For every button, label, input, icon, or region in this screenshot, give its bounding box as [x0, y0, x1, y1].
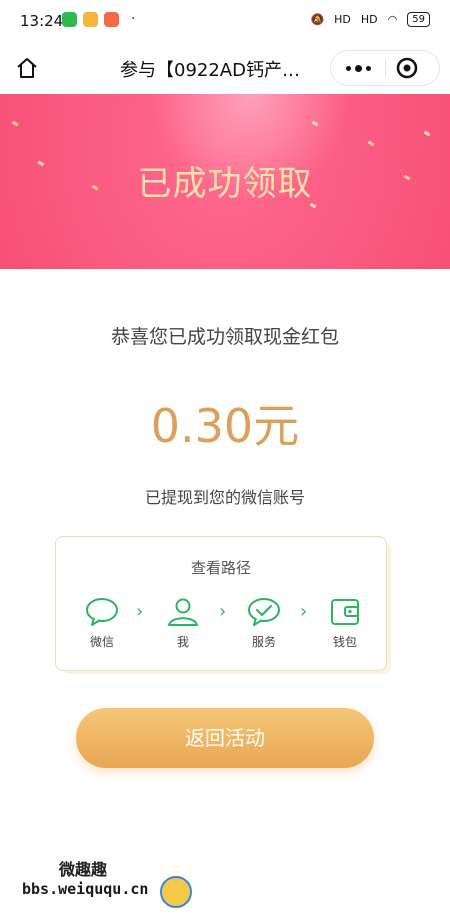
app-notification-icon [83, 12, 98, 27]
signal-icon: HD [334, 13, 351, 26]
notification-icons: · [62, 12, 135, 27]
chevron-right-icon: › [300, 601, 308, 622]
wifi-icon: ◠ [387, 13, 398, 26]
battery-icon: 59 [407, 12, 430, 27]
miniprogram-capsule [330, 50, 440, 86]
site-watermark: 微趣趣 bbs.weiququ.cn [22, 856, 222, 908]
banner-title: 已成功领取 [137, 164, 313, 204]
view-path-card: 查看路径 微信 › 我 › 服务 › 钱包 [55, 536, 387, 671]
check-circle-icon [248, 598, 280, 626]
app-notification-icon [104, 12, 119, 27]
chat-bubble-icon [86, 598, 118, 626]
chevron-right-icon: › [219, 601, 227, 622]
reward-amount: 0.30元 [150, 399, 300, 453]
watermark-name: 微趣趣 [59, 860, 108, 879]
mute-icon: 🔕 [310, 13, 325, 26]
path-step-services: 服务 [234, 597, 294, 650]
nav-bar: 参与【0922AD钙产… [0, 42, 450, 94]
mascot-icon [160, 876, 192, 908]
more-notifications-icon: · [131, 11, 136, 27]
chevron-right-icon: › [136, 601, 144, 622]
path-step-label: 我 [176, 635, 189, 649]
wallet-icon [331, 599, 359, 625]
path-step-label: 微信 [89, 635, 114, 649]
page-title: 参与【0922AD钙产… [120, 60, 300, 81]
close-miniprogram-button[interactable] [394, 55, 420, 81]
status-bar: 13:24 · 🔕 HD HD ◠ 59 [0, 0, 450, 42]
path-step-label: 钱包 [332, 635, 357, 649]
capsule-divider [385, 59, 386, 77]
system-icons: 🔕 HD HD ◠ 59 [310, 12, 430, 27]
path-step-me: 我 [153, 597, 213, 650]
path-step-wechat: 微信 [72, 597, 132, 650]
person-icon [168, 598, 198, 626]
withdraw-notice: 已提现到您的微信账号 [144, 488, 305, 507]
signal-icon: HD [360, 13, 378, 26]
more-menu-button[interactable] [331, 51, 385, 85]
path-step-wallet: 钱包 [315, 597, 375, 650]
status-time: 13:24 [20, 12, 64, 30]
watermark-url: bbs.weiququ.cn [22, 880, 149, 898]
congrats-message: 恭喜您已成功领取现金红包 [110, 326, 339, 348]
return-to-activity-button[interactable]: 返回活动 [76, 708, 374, 768]
home-icon[interactable] [15, 56, 39, 80]
path-card-title: 查看路径 [190, 559, 251, 577]
wechat-icon [62, 12, 77, 27]
path-step-label: 服务 [251, 635, 276, 649]
success-banner: 已成功领取 [0, 94, 450, 269]
